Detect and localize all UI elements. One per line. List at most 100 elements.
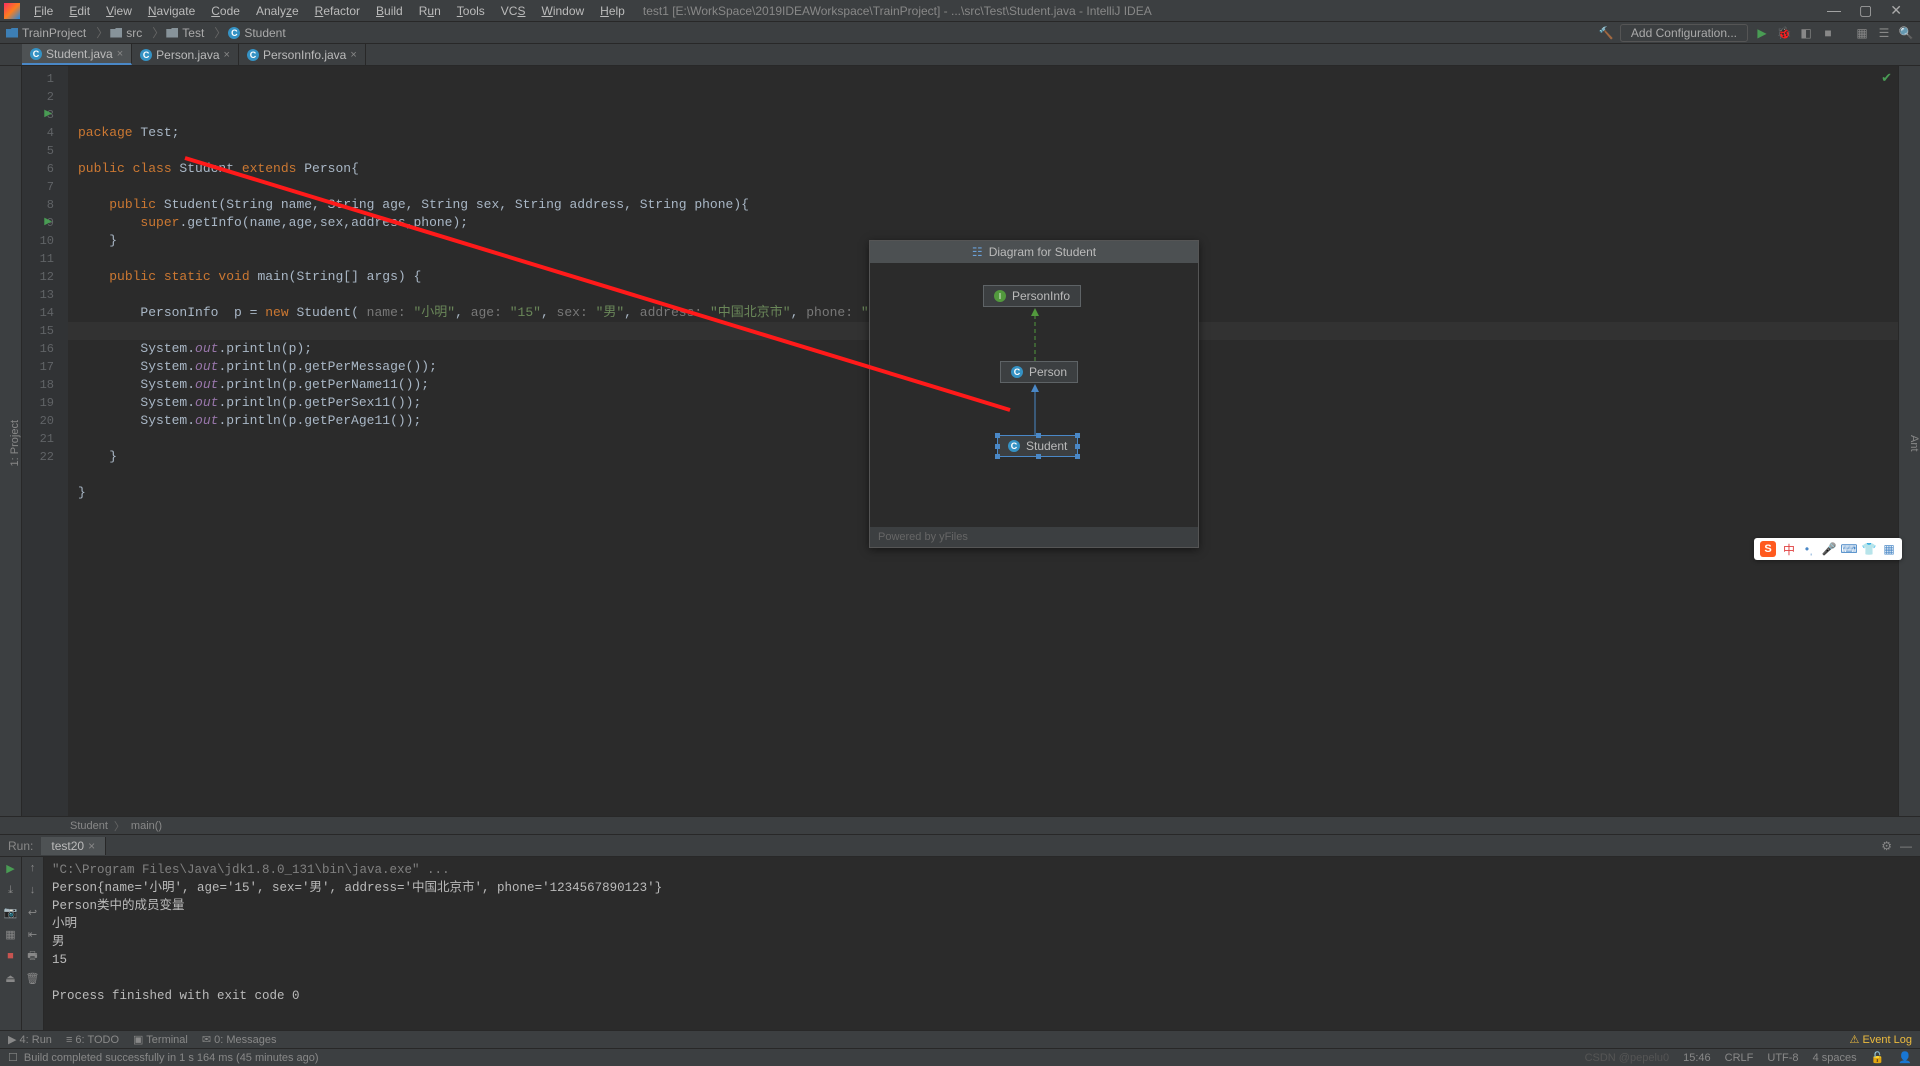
tab-label: Person.java	[156, 48, 219, 62]
right-tool-strip: Ant Database 7: Structure	[1898, 66, 1920, 816]
class-icon: C	[30, 48, 42, 60]
tab-close-icon[interactable]: ×	[117, 48, 123, 60]
ime-voice-icon[interactable]: 🎤	[1822, 542, 1836, 556]
add-configuration-button[interactable]: Add Configuration...	[1620, 24, 1748, 42]
tool-todo[interactable]: ≡ 6: TODO	[66, 1034, 119, 1046]
wrap-icon[interactable]: ↩	[26, 905, 40, 919]
crumb-test[interactable]: Test	[166, 26, 204, 40]
window-controls: — ▢ ✕	[1827, 2, 1902, 19]
ime-mode[interactable]: 中	[1782, 542, 1796, 556]
menu-vcs[interactable]: VCS	[493, 2, 534, 20]
menu-view[interactable]: View	[98, 2, 140, 20]
tab-person[interactable]: C Person.java ×	[132, 44, 239, 65]
menu-file[interactable]: File	[26, 2, 61, 20]
close-icon[interactable]: ✕	[1890, 2, 1902, 19]
print-icon[interactable]: 🖶	[26, 949, 40, 963]
menu-build[interactable]: Build	[368, 2, 411, 20]
run-label: Run:	[0, 839, 41, 853]
folder-icon	[166, 28, 178, 38]
console-output[interactable]: "C:\Program Files\Java\jdk1.8.0_131\bin\…	[44, 857, 1920, 1030]
tab-close-icon[interactable]: ×	[224, 49, 230, 61]
uml-node-person[interactable]: C Person	[1000, 361, 1078, 383]
status-line-ending[interactable]: CRLF	[1725, 1052, 1754, 1064]
menu-analyze[interactable]: Analyze	[248, 2, 307, 20]
ime-logo-icon[interactable]: S	[1760, 541, 1776, 557]
status-lock-icon[interactable]: 🔓	[1871, 1051, 1885, 1064]
diagram-popup[interactable]: ☷ Diagram for Student I PersonInfo C Per…	[869, 240, 1199, 548]
tool-ant[interactable]: Ant	[1908, 435, 1920, 452]
menu-help[interactable]: Help	[592, 2, 633, 20]
project-structure-icon[interactable]: ▦	[1854, 25, 1870, 41]
crumb-sep: 〉	[152, 24, 164, 41]
run-gutter-icon[interactable]: ▶	[44, 106, 52, 124]
minimize-icon[interactable]: —	[1827, 2, 1841, 19]
settings-icon[interactable]: ☰	[1876, 25, 1892, 41]
stop-icon[interactable]: ■	[1820, 25, 1836, 41]
status-icon[interactable]: ☐	[8, 1051, 18, 1064]
stop-icon[interactable]: ■	[4, 949, 18, 963]
status-encoding[interactable]: UTF-8	[1767, 1052, 1798, 1064]
search-icon[interactable]: 🔍	[1898, 25, 1914, 41]
scroll-icon[interactable]: ⇤	[26, 927, 40, 941]
camera-icon[interactable]: 📷	[4, 905, 18, 919]
ime-punct-icon[interactable]: •ˌ	[1802, 542, 1816, 556]
crumb-project[interactable]: TrainProject	[6, 26, 86, 40]
ime-floating-bar[interactable]: S 中 •ˌ 🎤 ⌨ 👕 ▦	[1754, 538, 1902, 560]
minimize-tool-icon[interactable]: —	[1900, 839, 1912, 853]
down-icon[interactable]: ↓	[26, 883, 40, 897]
status-inspect-icon[interactable]: 👤	[1898, 1051, 1912, 1064]
tab-personinfo[interactable]: C PersonInfo.java ×	[239, 44, 366, 65]
class-icon: C	[228, 27, 240, 39]
menu-tools[interactable]: Tools	[449, 2, 493, 20]
uml-node-student[interactable]: C Student	[997, 435, 1078, 457]
uml-node-personinfo[interactable]: I PersonInfo	[983, 285, 1081, 307]
menu-refactor[interactable]: Refactor	[307, 2, 368, 20]
run-tab[interactable]: test20×	[41, 837, 106, 855]
ime-skin-icon[interactable]: 👕	[1862, 542, 1876, 556]
tab-close-icon[interactable]: ×	[88, 839, 95, 853]
tab-label: PersonInfo.java	[263, 48, 346, 62]
run-gutter-icon[interactable]: ▶	[44, 214, 52, 232]
menu-code[interactable]: Code	[203, 2, 248, 20]
crumb-src[interactable]: src	[110, 26, 142, 40]
run-icon[interactable]: ▶	[1754, 25, 1770, 41]
tool-project[interactable]: 1: Project	[9, 420, 21, 466]
tool-messages[interactable]: ✉ 0: Messages	[202, 1033, 277, 1046]
menu-window[interactable]: Window	[533, 2, 592, 20]
menu-run[interactable]: Run	[411, 2, 449, 20]
rerun-icon[interactable]: ▶	[4, 861, 18, 875]
event-log[interactable]: ⚠ Event Log	[1850, 1033, 1912, 1046]
tool-terminal[interactable]: ▣ Terminal	[133, 1033, 188, 1046]
editor-breadcrumbs: Student 〉 main()	[0, 816, 1920, 834]
gear-icon[interactable]: ⚙	[1881, 839, 1892, 853]
diagram-canvas[interactable]: I PersonInfo C Person C Student	[870, 263, 1198, 527]
maximize-icon[interactable]: ▢	[1859, 2, 1872, 19]
tab-close-icon[interactable]: ×	[350, 49, 356, 61]
tool-run[interactable]: ▶ 4: Run	[8, 1033, 52, 1046]
tab-student[interactable]: C Student.java ×	[22, 44, 132, 65]
interface-icon: I	[994, 290, 1006, 302]
build-icon[interactable]: 🔨	[1598, 25, 1614, 41]
debug-icon[interactable]: 🐞	[1776, 25, 1792, 41]
coverage-icon[interactable]: ◧	[1798, 25, 1814, 41]
exit-icon[interactable]: ⏏	[4, 971, 18, 985]
menu-edit[interactable]: Edit	[61, 2, 98, 20]
ime-keyboard-icon[interactable]: ⌨	[1842, 542, 1856, 556]
apply-icon[interactable]: ⤓	[4, 883, 18, 897]
app-icon	[4, 3, 20, 19]
layout-icon[interactable]: ▦	[4, 927, 18, 941]
diagram-title-bar[interactable]: ☷ Diagram for Student	[870, 241, 1198, 263]
ime-menu-icon[interactable]: ▦	[1882, 542, 1896, 556]
crumb-class[interactable]: Student	[70, 820, 108, 832]
folder-icon	[110, 28, 122, 38]
status-indent[interactable]: 4 spaces	[1813, 1052, 1857, 1064]
class-icon: C	[247, 49, 259, 61]
crumb-method[interactable]: main()	[131, 820, 162, 832]
crumb-file[interactable]: CStudent	[228, 26, 285, 40]
main-area: 1: Project 2: Favorites 123▶ 45678 9▶ 10…	[0, 66, 1920, 816]
clear-icon[interactable]: 🗑	[26, 971, 40, 985]
up-icon[interactable]: ↑	[26, 861, 40, 875]
inspection-ok-icon[interactable]: ✔	[1881, 70, 1892, 88]
menubar: File Edit View Navigate Code Analyze Ref…	[0, 0, 1920, 22]
menu-navigate[interactable]: Navigate	[140, 2, 203, 20]
